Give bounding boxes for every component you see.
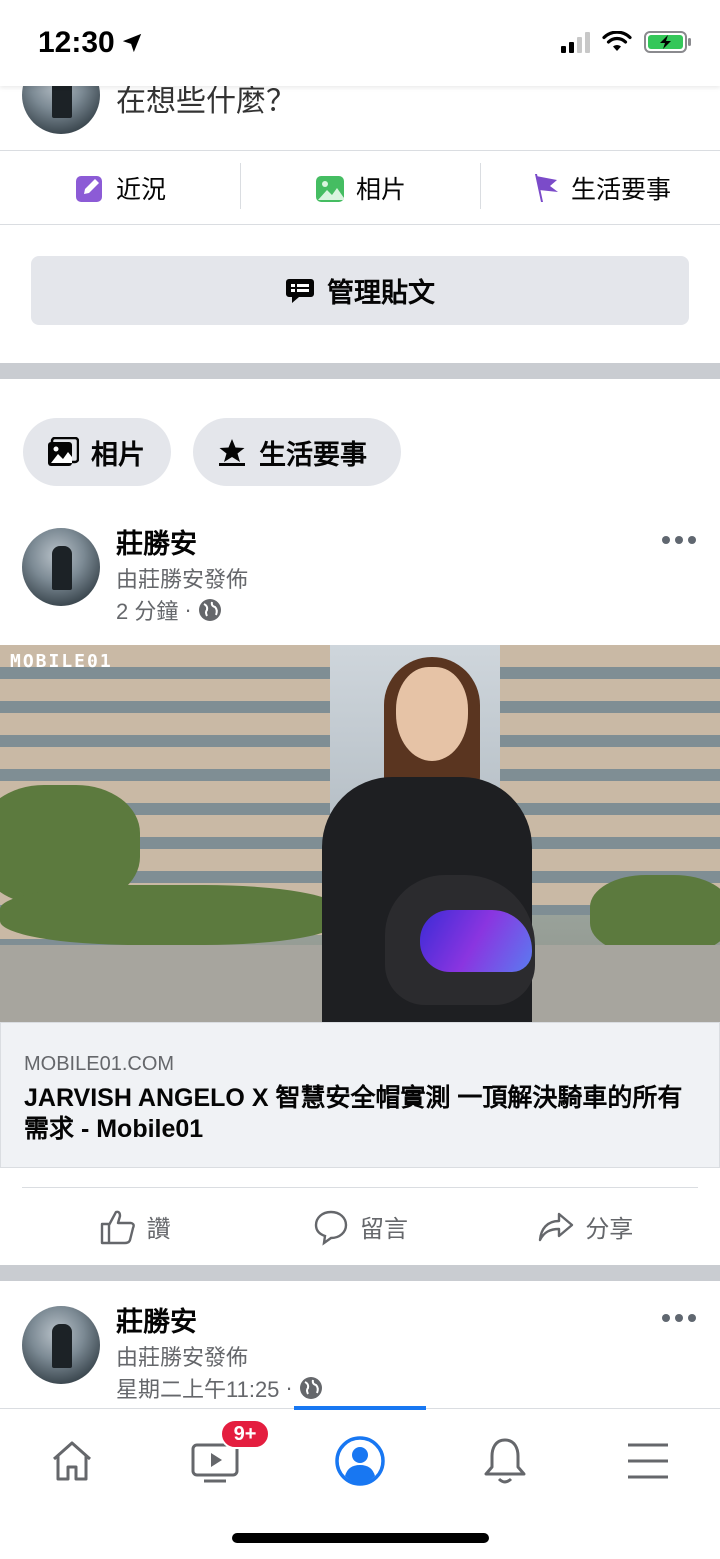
life-event-label: 生活要事 <box>570 175 671 204</box>
composer-prompt[interactable]: 在想些什麼？ <box>116 86 296 120</box>
photo-icon <box>315 175 344 202</box>
post-time-text: 星期二上午11:25 <box>116 1377 280 1402</box>
status-update-button[interactable]: 近況 <box>0 151 240 224</box>
avatar[interactable] <box>22 86 100 134</box>
like-label: 讚 <box>146 1216 171 1243</box>
author-name[interactable]: 莊勝安 <box>116 1300 197 1339</box>
author-avatar[interactable] <box>22 528 100 606</box>
like-button[interactable]: 讚 <box>22 1188 247 1265</box>
more-options-icon[interactable] <box>662 536 696 544</box>
photo-label: 相片 <box>355 175 406 204</box>
post-divider <box>0 1265 720 1281</box>
separator-dot: · <box>184 597 192 622</box>
battery-charging-icon <box>644 31 691 53</box>
post-header: 莊勝安 由莊勝安發佈 2 分鐘 · <box>0 522 720 624</box>
notifications-icon <box>484 1438 526 1484</box>
author-avatar[interactable] <box>22 1306 100 1384</box>
location-arrow-icon <box>122 33 141 53</box>
reaction-bar: 讚 留言 分享 <box>22 1187 698 1265</box>
tab-home[interactable] <box>27 1421 117 1501</box>
post-time-text: 2 分鐘 <box>116 599 179 624</box>
home-indicator[interactable] <box>232 1533 489 1543</box>
life-event-button[interactable]: 生活要事 <box>480 151 720 224</box>
photos-chip-label: 相片 <box>91 439 145 470</box>
posted-by: 由莊勝安發佈 <box>116 567 249 592</box>
globe-icon <box>299 1377 322 1399</box>
comment-icon <box>314 1210 348 1246</box>
section-divider <box>0 363 720 379</box>
link-domain: MOBILE01.COM <box>24 1053 175 1075</box>
globe-icon <box>198 599 221 621</box>
home-icon <box>53 1441 91 1481</box>
link-preview-card[interactable]: MOBILE01.COM JARVISH ANGELO X 智慧安全帽實測 一頂… <box>0 1022 720 1168</box>
clock-text: 12:30 <box>38 26 115 59</box>
post-actions-row: 近況 相片 生活要事 <box>0 150 720 225</box>
comment-label: 留言 <box>359 1216 408 1243</box>
menu-icon <box>628 1443 668 1479</box>
link-title: JARVISH ANGELO X 智慧安全帽實測 一頂解決騎車的所有需求 - M… <box>24 1084 683 1143</box>
share-button[interactable]: 分享 <box>473 1188 698 1265</box>
watermark: MOBILE01 <box>10 651 113 672</box>
tab-notifications[interactable] <box>460 1421 550 1501</box>
chat-list-icon <box>286 278 314 303</box>
life-events-chip-label: 生活要事 <box>259 439 367 470</box>
profile-icon <box>335 1436 385 1486</box>
author-name[interactable]: 莊勝安 <box>116 522 197 561</box>
photo-button[interactable]: 相片 <box>240 151 480 224</box>
photos-icon <box>48 437 79 466</box>
share-label: 分享 <box>585 1216 634 1243</box>
composer[interactable]: 在想些什麼？ <box>0 86 720 150</box>
life-event-icon <box>219 439 245 466</box>
share-icon <box>539 1212 574 1241</box>
posted-by: 由莊勝安發佈 <box>116 1345 249 1370</box>
flag-icon <box>534 173 558 202</box>
wifi-icon <box>602 31 632 51</box>
separator-dot: · <box>285 1375 293 1400</box>
comment-button[interactable]: 留言 <box>247 1188 472 1265</box>
post-timestamp[interactable]: 2 分鐘 · <box>116 594 222 626</box>
active-tab-indicator <box>294 1406 426 1410</box>
tab-menu[interactable] <box>603 1421 693 1501</box>
manage-posts-label: 管理貼文 <box>327 278 435 308</box>
status-update-label: 近況 <box>115 175 166 204</box>
thumbs-up-icon <box>100 1210 135 1244</box>
manage-posts-button[interactable]: 管理貼文 <box>31 256 689 325</box>
status-bar: 12:30 <box>0 0 720 86</box>
edit-icon <box>75 175 102 202</box>
post-header: 莊勝安 由莊勝安發佈 星期二上午11:25 · <box>0 1300 720 1402</box>
notification-badge: 9+ <box>220 1419 270 1449</box>
tab-profile[interactable] <box>315 1421 405 1501</box>
life-events-chip[interactable]: 生活要事 <box>193 418 401 486</box>
post-timestamp[interactable]: 星期二上午11:25 · <box>116 1372 323 1404</box>
cellular-signal-icon <box>561 31 590 53</box>
link-preview-image[interactable]: MOBILE01 <box>0 645 720 1022</box>
more-options-icon[interactable] <box>662 1314 696 1322</box>
photos-chip[interactable]: 相片 <box>23 418 171 486</box>
status-time: 12:30 <box>38 26 143 60</box>
